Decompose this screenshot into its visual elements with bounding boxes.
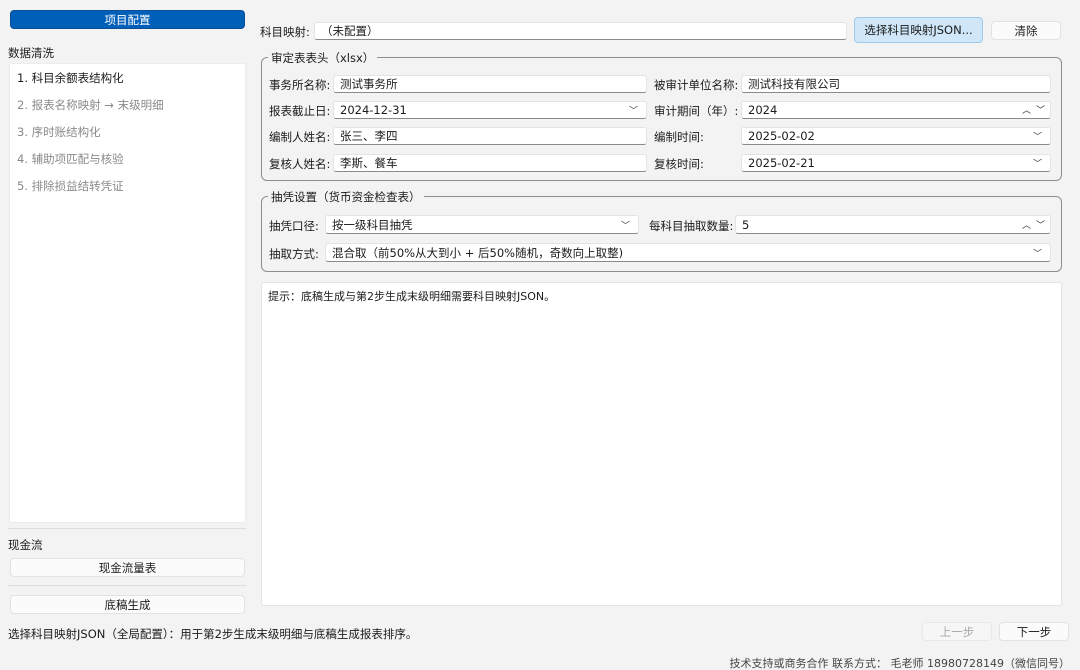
step-item-2[interactable]: 2. 报表名称映射 → 末级明细	[17, 97, 164, 113]
chevron-down-icon[interactable]: ﹀	[1036, 103, 1045, 116]
chevron-down-icon[interactable]: ﹀	[621, 218, 630, 231]
sampling-group-title: 抽凭设置（货币资金检查表）	[268, 189, 424, 205]
sample-count-label: 每科目抽取数量:	[649, 219, 734, 233]
sampling-method-label: 抽取方式:	[269, 247, 319, 261]
chevron-down-icon[interactable]: ﹀	[1033, 246, 1042, 259]
chevron-up-icon[interactable]: ︿	[1022, 218, 1031, 231]
step-item-5[interactable]: 5. 排除损益结转凭证	[17, 178, 124, 194]
draft-generate-label: 底稿生成	[104, 597, 151, 612]
preparer-name-input[interactable]: 张三、李四	[333, 127, 647, 145]
firm-name-value: 测试事务所	[340, 77, 398, 91]
auditee-name-value: 测试科技有限公司	[748, 77, 840, 91]
report-date-picker[interactable]: 2024-12-31 ﹀	[333, 101, 647, 119]
step-item-3[interactable]: 3. 序时账结构化	[17, 124, 101, 140]
sidebar-divider	[8, 528, 246, 529]
clear-mapping-label: 清除	[1014, 23, 1038, 38]
prev-step-button[interactable]: 上一步	[922, 622, 992, 641]
sampling-method-select[interactable]: 混合取（前50%从大到小 + 后50%随机，奇数向上取整) ﹀	[325, 243, 1051, 262]
audit-period-value: 2024	[748, 103, 778, 117]
review-time-picker[interactable]: 2025-02-21 ﹀	[741, 154, 1051, 172]
project-config-button[interactable]: 项目配置	[10, 10, 245, 29]
chevron-down-icon[interactable]: ﹀	[1033, 130, 1042, 143]
cashflow-statement-button[interactable]: 现金流量表	[10, 558, 245, 577]
report-date-label: 报表截止日:	[269, 104, 331, 118]
reviewer-name-label: 复核人姓名:	[269, 157, 331, 171]
choose-mapping-json-button[interactable]: 选择科目映射JSON...	[854, 17, 983, 43]
footer-contact: 技术支持或商务合作 联系方式： 毛老师 18980728149（微信同号）	[729, 657, 1070, 670]
sample-count-spinbox[interactable]: 5 ︿ ﹀	[735, 215, 1051, 234]
step-list: 1. 科目余额表结构化 2. 报表名称映射 → 末级明细 3. 序时账结构化 4…	[9, 63, 246, 523]
audit-period-label: 审计期间（年）:	[654, 104, 739, 118]
reviewer-name-input[interactable]: 李斯、餐车	[333, 154, 647, 172]
cashflow-statement-label: 现金流量表	[98, 560, 157, 575]
next-step-button[interactable]: 下一步	[999, 622, 1069, 641]
preparer-name-value: 张三、李四	[340, 129, 398, 143]
data-cleaning-heading: 数据清洗	[8, 46, 54, 60]
prev-step-label: 上一步	[939, 624, 975, 639]
prepared-time-label: 编制时间:	[654, 130, 704, 144]
project-config-label: 项目配置	[104, 12, 151, 27]
prepared-time-value: 2025-02-02	[748, 129, 815, 143]
auditee-name-label: 被审计单位名称:	[654, 78, 739, 92]
prepared-time-picker[interactable]: 2025-02-02 ﹀	[741, 127, 1051, 145]
report-date-value: 2024-12-31	[340, 103, 407, 117]
chevron-down-icon[interactable]: ﹀	[1033, 157, 1042, 170]
sampling-basis-select[interactable]: 按一级科目抽凭 ﹀	[325, 215, 639, 234]
review-time-value: 2025-02-21	[748, 156, 815, 170]
sampling-basis-label: 抽凭口径:	[269, 219, 319, 233]
status-message: 选择科目映射JSON（全局配置）：用于第2步生成末级明细与底稿生成报表排序。	[8, 627, 418, 641]
preparer-name-label: 编制人姓名:	[269, 130, 331, 144]
firm-name-label: 事务所名称:	[269, 78, 331, 92]
choose-mapping-json-label: 选择科目映射JSON...	[864, 23, 973, 37]
step-item-1[interactable]: 1. 科目余额表结构化	[17, 70, 124, 86]
mapping-path-field[interactable]: （未配置）	[314, 22, 847, 40]
sampling-method-value: 混合取（前50%从大到小 + 后50%随机，奇数向上取整)	[332, 245, 624, 260]
audit-period-spinbox[interactable]: 2024 ︿ ﹀	[741, 101, 1051, 119]
cashflow-heading: 现金流	[8, 538, 43, 552]
next-step-label: 下一步	[1016, 624, 1052, 639]
firm-name-input[interactable]: 测试事务所	[333, 75, 647, 93]
sample-count-value: 5	[742, 217, 750, 232]
clear-mapping-button[interactable]: 清除	[991, 21, 1061, 40]
hint-text: 提示：底稿生成与第2步生成末级明细需要科目映射JSON。	[268, 290, 556, 303]
draft-generate-button[interactable]: 底稿生成	[10, 595, 245, 614]
mapping-path-value: （未配置）	[321, 24, 379, 38]
reviewer-name-value: 李斯、餐车	[340, 156, 398, 170]
sampling-basis-value: 按一级科目抽凭	[332, 217, 413, 232]
step-item-4[interactable]: 4. 辅助项匹配与核验	[17, 151, 124, 167]
chevron-down-icon[interactable]: ﹀	[1036, 218, 1045, 231]
header-group-title: 审定表表头（xlsx）	[268, 50, 378, 66]
auditee-name-input[interactable]: 测试科技有限公司	[741, 75, 1051, 93]
review-time-label: 复核时间:	[654, 157, 704, 171]
chevron-up-icon[interactable]: ︿	[1022, 103, 1031, 116]
mapping-label: 科目映射:	[260, 25, 310, 39]
chevron-down-icon[interactable]: ﹀	[629, 104, 638, 117]
sidebar-divider-2	[8, 585, 246, 586]
log-textarea[interactable]: 提示：底稿生成与第2步生成末级明细需要科目映射JSON。	[261, 282, 1062, 606]
